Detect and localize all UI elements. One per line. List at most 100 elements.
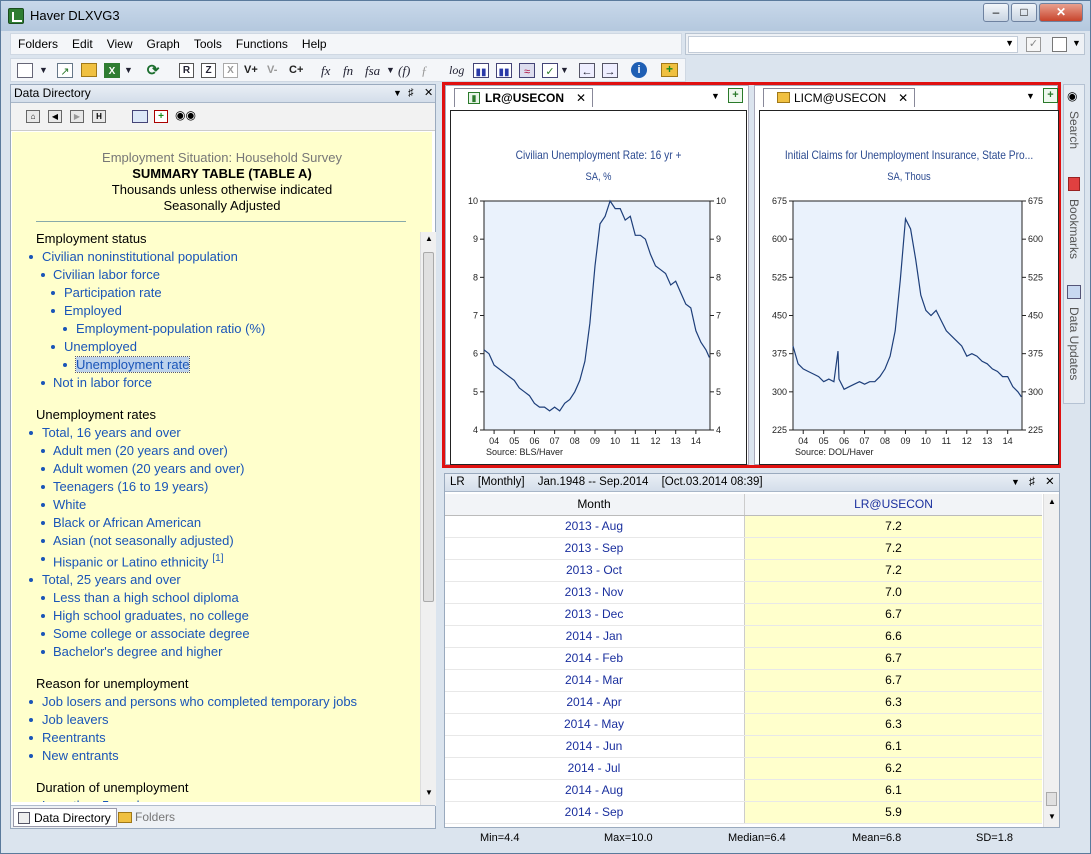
new-graph-icon[interactable]: + <box>1043 88 1058 103</box>
fsa-button[interactable]: fsa <box>365 62 380 79</box>
menu-folders[interactable]: Folders <box>11 34 65 54</box>
menu-view[interactable]: View <box>100 34 140 54</box>
series-combo-input[interactable]: ▼ <box>688 36 1018 53</box>
arrow-left-icon[interactable]: ← <box>579 63 595 78</box>
display-icon[interactable] <box>132 110 148 123</box>
chevron-down-icon[interactable]: ▼ <box>711 91 720 101</box>
cell-value[interactable]: 6.3 <box>744 714 1042 735</box>
directory-link[interactable]: Total, 16 years and over <box>12 424 432 442</box>
cell-value[interactable]: 5.9 <box>744 802 1042 823</box>
folder-icon[interactable] <box>81 63 97 77</box>
tab-folders[interactable]: Folders <box>115 808 180 827</box>
scroll-down-icon[interactable]: ▼ <box>1048 812 1056 821</box>
directory-link[interactable]: Job leavers <box>12 711 432 729</box>
updates-icon[interactable] <box>1067 285 1081 299</box>
cell-month[interactable]: 2013 - Oct <box>445 560 743 581</box>
scroll-up-icon[interactable]: ▲ <box>1048 497 1056 506</box>
close-icon[interactable]: ✕ <box>576 89 586 107</box>
sidebar-bookmarks[interactable]: Bookmarks <box>1067 199 1081 259</box>
chart-icon[interactable]: ↗ <box>57 63 73 78</box>
cell-month[interactable]: 2014 - Jul <box>445 758 743 779</box>
cell-month[interactable]: 2013 - Sep <box>445 538 743 559</box>
cell-value[interactable]: 6.2 <box>744 758 1042 779</box>
chevron-down-icon[interactable]: ▼ <box>1072 38 1081 48</box>
table-row[interactable]: 2013 - Nov 7.0 <box>445 582 1042 604</box>
maximize-button[interactable]: □ <box>1011 3 1037 22</box>
directory-link[interactable]: Reentrants <box>12 729 432 747</box>
cell-month[interactable]: 2014 - Apr <box>445 692 743 713</box>
directory-link[interactable]: Job losers and persons who completed tem… <box>12 693 432 711</box>
directory-link[interactable]: Black or African American <box>12 514 432 532</box>
cell-month[interactable]: 2014 - May <box>445 714 743 735</box>
cell-month[interactable]: 2014 - Jan <box>445 626 743 647</box>
table-row[interactable]: 2014 - May 6.3 <box>445 714 1042 736</box>
menu-tools[interactable]: Tools <box>187 34 229 54</box>
table-row[interactable]: 2014 - Aug 6.1 <box>445 780 1042 802</box>
directory-link[interactable]: Unemployed <box>12 338 432 356</box>
fn-button[interactable]: fn <box>343 62 353 79</box>
bar-chart-icon[interactable]: ▮▮ <box>473 63 489 78</box>
add-folder-icon[interactable]: + <box>661 63 678 77</box>
sidebar-data-updates[interactable]: Data Updates <box>1067 307 1081 380</box>
menu-graph[interactable]: Graph <box>140 34 187 54</box>
forward-icon[interactable]: ▶ <box>70 110 84 123</box>
v-minus-button[interactable]: V- <box>267 62 277 79</box>
pin-icon[interactable]: ♯ <box>408 85 414 102</box>
scroll-up-icon[interactable]: ▲ <box>425 234 433 243</box>
menu-edit[interactable]: Edit <box>65 34 100 54</box>
table-row[interactable]: 2014 - Jan 6.6 <box>445 626 1042 648</box>
refresh-icon[interactable]: ⟳ <box>145 62 161 79</box>
c-plus-button[interactable]: C+ <box>289 62 303 79</box>
chevron-down-icon[interactable]: ▼ <box>39 62 48 79</box>
cell-value[interactable]: 6.1 <box>744 736 1042 757</box>
cell-month[interactable]: 2013 - Nov <box>445 582 743 603</box>
graph-tab-lr[interactable]: ▮ LR@USECON ✕ <box>454 88 594 107</box>
table-row[interactable]: 2013 - Aug 7.2 <box>445 516 1042 538</box>
combo-chart-icon[interactable]: ≈ <box>519 63 535 78</box>
minimize-button[interactable]: – <box>983 3 1009 22</box>
pin-icon[interactable]: ♯ <box>1029 474 1035 491</box>
table-row[interactable]: 2014 - Mar 6.7 <box>445 670 1042 692</box>
new-icon[interactable] <box>17 63 33 78</box>
home-icon[interactable]: ⌂ <box>26 110 40 123</box>
cell-value[interactable]: 6.7 <box>744 670 1042 691</box>
directory-link[interactable]: Total, 25 years and over <box>12 571 432 589</box>
cell-month[interactable]: 2014 - Jun <box>445 736 743 757</box>
cell-month[interactable]: 2013 - Aug <box>445 516 743 537</box>
check-icon[interactable]: ✓ <box>1026 37 1041 52</box>
directory-link[interactable]: Adult men (20 years and over) <box>12 442 432 460</box>
close-button[interactable]: ✕ <box>1039 3 1083 22</box>
table-row[interactable]: 2014 - Sep 5.9 <box>445 802 1042 824</box>
cell-value[interactable]: 6.7 <box>744 648 1042 669</box>
cell-value[interactable]: 7.2 <box>744 538 1042 559</box>
chevron-down-icon[interactable]: ▼ <box>1026 91 1035 101</box>
tab-data-directory[interactable]: Data Directory <box>13 808 117 827</box>
close-icon[interactable]: ✕ <box>424 85 433 102</box>
v-plus-button[interactable]: V+ <box>244 62 258 79</box>
table-row[interactable]: 2014 - Feb 6.7 <box>445 648 1042 670</box>
cell-value[interactable]: 6.6 <box>744 626 1042 647</box>
z-button[interactable]: Z <box>201 63 216 78</box>
directory-link[interactable]: Adult women (20 years and over) <box>12 460 432 478</box>
directory-link[interactable]: Asian (not seasonally adjusted) <box>12 532 432 550</box>
directory-link[interactable]: Civilian noninstitutional population <box>12 248 432 266</box>
table-row[interactable]: 2013 - Sep 7.2 <box>445 538 1042 560</box>
menu-help[interactable]: Help <box>295 34 334 54</box>
directory-link[interactable]: Some college or associate degree <box>12 625 432 643</box>
bookmark-icon[interactable] <box>1068 177 1080 191</box>
directory-scrollbar[interactable]: ▲ ▼ <box>420 232 436 806</box>
cell-value[interactable]: 7.2 <box>744 516 1042 537</box>
directory-link[interactable]: Employed <box>12 302 432 320</box>
x-button[interactable]: X <box>223 63 238 78</box>
column-header-series[interactable]: LR@USECON <box>744 494 1042 515</box>
new-graph-icon[interactable]: + <box>728 88 743 103</box>
line-chart-icon[interactable]: ✓ <box>542 63 558 78</box>
table-row[interactable]: 2014 - Jun 6.1 <box>445 736 1042 758</box>
r-button[interactable]: R <box>179 63 194 78</box>
chevron-down-icon[interactable]: ▼ <box>1011 474 1020 491</box>
fx-button[interactable]: fx <box>321 62 330 79</box>
chevron-down-icon[interactable]: ▼ <box>560 62 569 79</box>
directory-link[interactable]: Civilian labor force <box>12 266 432 284</box>
table-row[interactable]: 2014 - Jul 6.2 <box>445 758 1042 780</box>
cell-month[interactable]: 2014 - Mar <box>445 670 743 691</box>
